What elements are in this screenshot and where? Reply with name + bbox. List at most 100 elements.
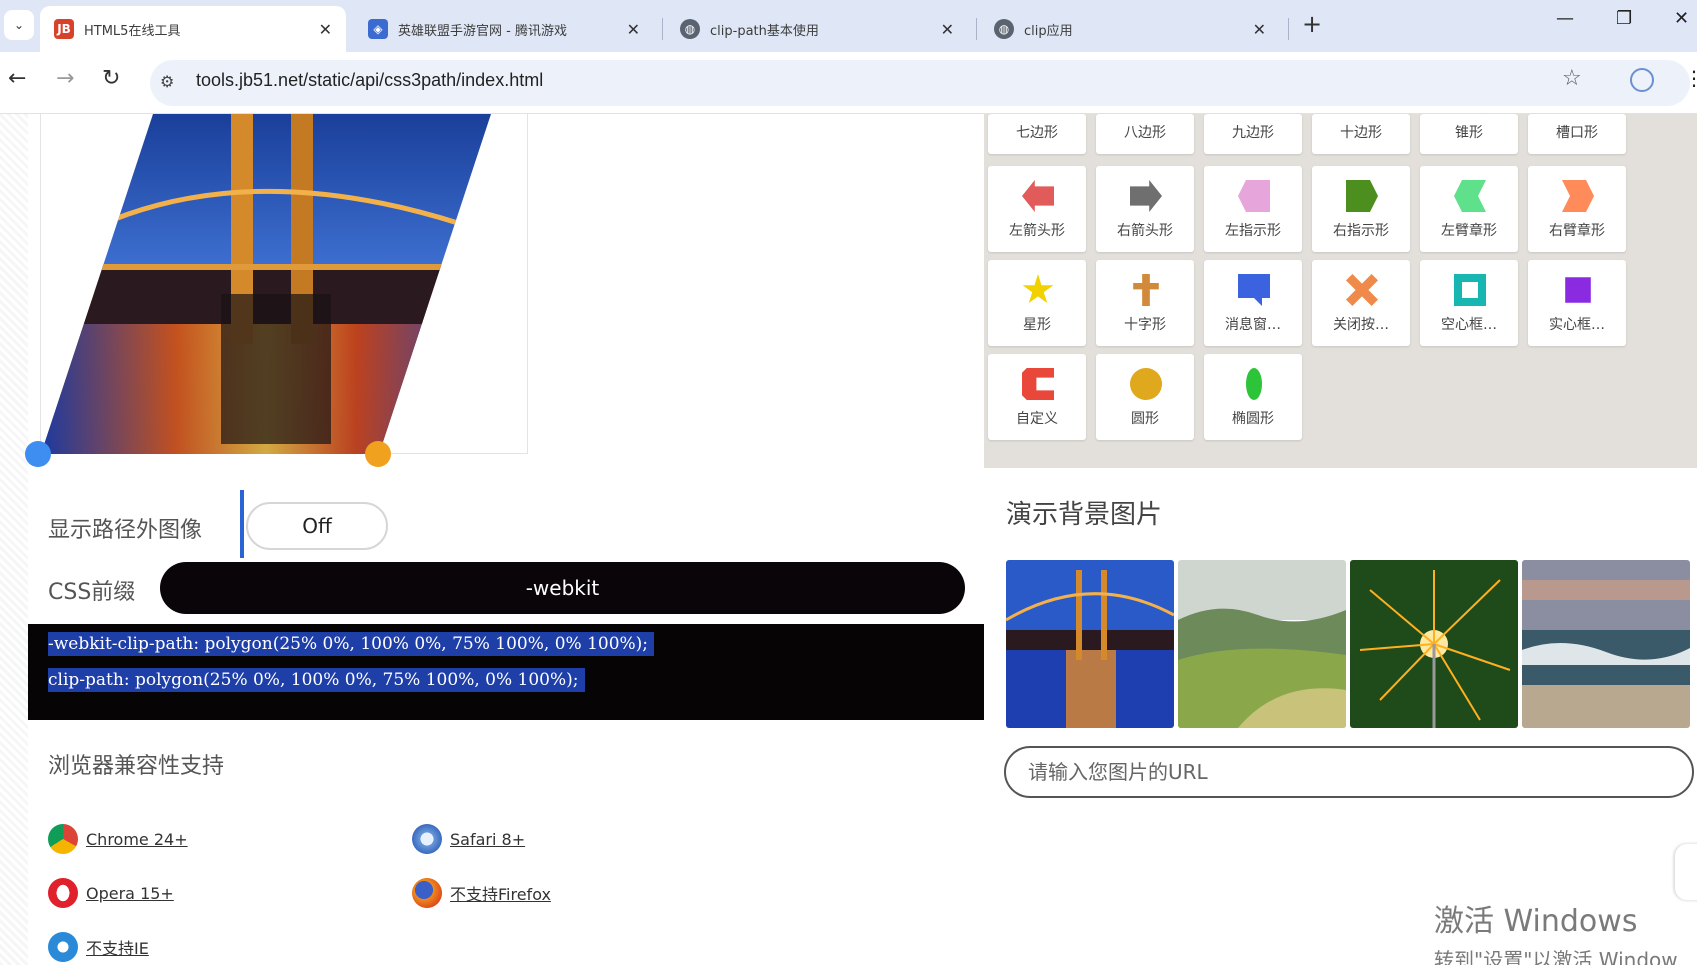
code-line-standard[interactable]: clip-path: polygon(25% 0%, 100% 0%, 75% … (48, 668, 585, 692)
shape-close[interactable]: 关闭按… (1312, 260, 1410, 346)
ellipse-shape-icon (1246, 368, 1262, 400)
game-logo-icon: ◈ (368, 19, 388, 39)
minimize-button[interactable]: — (1556, 8, 1574, 29)
shape-label: 关闭按… (1333, 317, 1389, 333)
url-text[interactable]: tools.jb51.net/static/api/css3path/index… (196, 70, 543, 91)
right-point-shape-icon (1346, 180, 1378, 212)
shape-frame-hollow[interactable]: 空心框… (1420, 260, 1518, 346)
site-info-icon[interactable]: ⚙ (160, 72, 182, 94)
shape-label: 自定义 (1016, 411, 1058, 427)
shape-message[interactable]: 消息窗… (1204, 260, 1302, 346)
code-line-webkit[interactable]: -webkit-clip-path: polygon(25% 0%, 100% … (48, 632, 655, 656)
windows-activation-notice: 激活 Windows 转到"设置"以激活 Window (1434, 896, 1678, 965)
css-prefix-select[interactable]: -webkit (160, 562, 965, 614)
shape-circle[interactable]: 圆形 (1096, 354, 1194, 440)
sparkler-thumbnail-image (1350, 560, 1518, 728)
shape-frame-solid[interactable]: 实心框… (1528, 260, 1626, 346)
compat-ie[interactable]: 不支持IE (48, 932, 149, 962)
tab-divider (1288, 18, 1289, 40)
tab-html5-tools[interactable]: JB HTML5在线工具 ✕ (40, 6, 346, 52)
compat-title: 浏览器兼容性支持 (48, 754, 225, 779)
tab-search-button[interactable]: ⌄ (4, 10, 34, 40)
close-icon[interactable]: ✕ (941, 20, 954, 39)
tab-divider (662, 18, 663, 40)
shape-label: 七边形 (1016, 125, 1058, 141)
compat-chrome[interactable]: Chrome 24+ (48, 824, 188, 854)
polygon-handle-bottom-left[interactable] (25, 441, 51, 467)
compat-link[interactable]: Chrome 24+ (86, 830, 188, 849)
cross-shape-icon (1133, 274, 1159, 306)
forward-button[interactable]: → (56, 66, 74, 91)
extension-icon[interactable] (1630, 68, 1654, 92)
compat-firefox[interactable]: 不支持Firefox (412, 878, 551, 908)
tab-title: clip-path基本使用 (710, 23, 819, 39)
tab-clip-path-basic[interactable]: ◍ clip-path基本使用 ✕ (666, 6, 968, 52)
shape-bevel[interactable]: 锥形 (1420, 114, 1518, 154)
solid-frame-shape-icon (1565, 277, 1591, 303)
shape-label: 右箭头形 (1117, 223, 1173, 239)
shape-right-point[interactable]: 右指示形 (1312, 166, 1410, 252)
show-outside-toggle[interactable]: Off (246, 502, 388, 550)
shape-label: 椭圆形 (1232, 411, 1274, 427)
bridge-thumbnail-image (1006, 560, 1174, 728)
back-button[interactable]: ← (8, 66, 26, 91)
address-bar: ← → ↻ ⚙ tools.jb51.net/static/api/css3pa… (0, 52, 1697, 152)
compat-safari[interactable]: Safari 8+ (412, 824, 525, 854)
activation-title: 激活 Windows (1434, 904, 1638, 939)
shape-star[interactable]: 星形 (988, 260, 1086, 346)
message-shape-icon (1238, 274, 1270, 306)
bg-thumb-sea[interactable] (1522, 560, 1690, 728)
compat-link[interactable]: 不支持IE (86, 935, 149, 959)
reload-button[interactable]: ↻ (102, 66, 120, 91)
shape-heptagon[interactable]: 七边形 (988, 114, 1086, 154)
shape-label: 圆形 (1131, 411, 1159, 427)
close-icon[interactable]: ✕ (1253, 20, 1266, 39)
bg-thumb-hills[interactable] (1178, 560, 1346, 728)
bookmark-star-icon[interactable]: ☆ (1562, 66, 1582, 91)
shape-ellipse[interactable]: 椭圆形 (1204, 354, 1302, 440)
shape-nonagon[interactable]: 九边形 (1204, 114, 1302, 154)
shape-label: 空心框… (1441, 317, 1497, 333)
polygon-handle-bottom-right[interactable] (365, 441, 391, 467)
shape-label: 槽口形 (1556, 125, 1598, 141)
opera-icon (48, 878, 78, 908)
shape-label: 十边形 (1340, 125, 1382, 141)
shape-left-point[interactable]: 左指示形 (1204, 166, 1302, 252)
shape-right-arrow[interactable]: 右箭头形 (1096, 166, 1194, 252)
bg-thumb-bridge[interactable] (1006, 560, 1174, 728)
shape-notch[interactable]: 槽口形 (1528, 114, 1626, 154)
left-pattern (0, 114, 28, 965)
shape-left-chevron[interactable]: 左臂章形 (1420, 166, 1518, 252)
activation-subtitle: 转到"设置"以激活 Window (1434, 948, 1678, 965)
shape-label: 左指示形 (1225, 223, 1281, 239)
tab-divider (976, 18, 977, 40)
tab-lol-mobile[interactable]: ◈ 英雄联盟手游官网 - 腾讯游戏 ✕ (354, 6, 654, 52)
compat-opera[interactable]: Opera 15+ (48, 878, 174, 908)
tab-clip-apply[interactable]: ◍ clip应用 ✕ (980, 6, 1280, 52)
close-window-button[interactable]: ✕ (1674, 8, 1689, 29)
right-arrow-shape-icon (1130, 180, 1162, 212)
shape-label: 左箭头形 (1009, 223, 1065, 239)
new-tab-button[interactable]: + (1302, 10, 1322, 38)
bg-thumb-sparkler[interactable] (1350, 560, 1518, 728)
shape-label: 十字形 (1124, 317, 1166, 333)
image-url-input[interactable] (1004, 746, 1694, 798)
close-icon[interactable]: ✕ (319, 20, 332, 39)
shape-label: 左臂章形 (1441, 223, 1497, 239)
shape-decagon[interactable]: 十边形 (1312, 114, 1410, 154)
compat-link[interactable]: 不支持Firefox (450, 881, 551, 905)
shape-cross[interactable]: 十字形 (1096, 260, 1194, 346)
menu-icon[interactable]: ⋮ (1684, 66, 1697, 90)
compat-link[interactable]: Opera 15+ (86, 884, 174, 903)
shape-custom[interactable]: 自定义 (988, 354, 1086, 440)
restore-button[interactable]: ❐ (1616, 8, 1632, 29)
close-icon[interactable]: ✕ (627, 20, 640, 39)
shape-octagon[interactable]: 八边形 (1096, 114, 1194, 154)
tab-bar: ⌄ JB HTML5在线工具 ✕ ◈ 英雄联盟手游官网 - 腾讯游戏 ✕ ◍ c… (0, 0, 1697, 52)
shape-left-arrow[interactable]: 左箭头形 (988, 166, 1086, 252)
compat-link[interactable]: Safari 8+ (450, 830, 525, 849)
shape-right-chevron[interactable]: 右臂章形 (1528, 166, 1626, 252)
bg-images-title: 演示背景图片 (1006, 500, 1163, 530)
code-output[interactable]: -webkit-clip-path: polygon(25% 0%, 100% … (28, 624, 984, 720)
side-dock-handle[interactable] (1675, 844, 1697, 900)
